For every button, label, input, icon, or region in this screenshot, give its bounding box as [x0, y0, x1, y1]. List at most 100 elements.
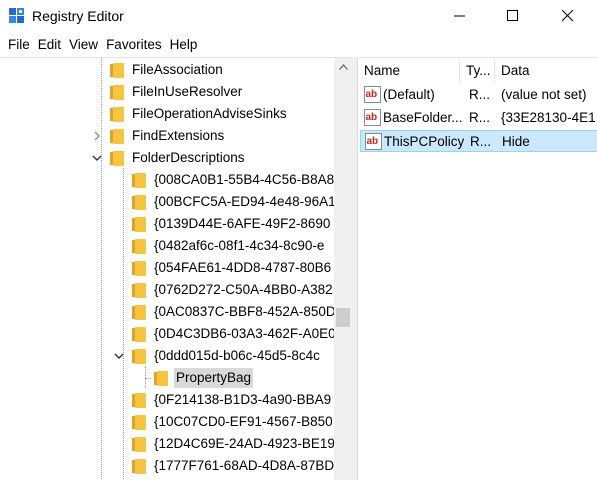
folder-icon [110, 128, 124, 144]
folder-icon [132, 172, 146, 188]
tree-item[interactable]: FileInUseResolver [110, 81, 244, 103]
folder-icon [154, 370, 168, 386]
chevron-down-icon[interactable] [91, 152, 103, 164]
tree-item-label: {00BCFC5A-ED94-4e48-96A1 [154, 194, 336, 209]
tree-item-label: {008CA0B1-55B4-4C56-B8A8 [154, 172, 335, 187]
value-name: BaseFolder... [383, 110, 463, 125]
folder-icon [110, 106, 124, 122]
tree-item[interactable]: FolderDescriptions [92, 147, 247, 169]
column-name[interactable]: Name [358, 58, 460, 84]
string-value-icon: ab [365, 133, 382, 150]
menu-file[interactable]: File [4, 35, 34, 55]
value-name: ThisPCPolicy [384, 134, 464, 149]
folder-icon [110, 62, 124, 78]
menu-favorites[interactable]: Favorites [102, 35, 166, 55]
svg-text:ab: ab [366, 89, 378, 100]
string-value-icon: ab [364, 109, 381, 126]
chevron-down-icon[interactable] [113, 350, 125, 362]
minimize-icon [454, 15, 465, 17]
value-row[interactable]: ab (Default) R... (value not set) [360, 84, 597, 106]
folder-icon [132, 414, 146, 430]
tree-item[interactable]: {0D4C3DB6-03A3-462F-A0E0 [132, 323, 338, 345]
tree-item[interactable]: FindExtensions [94, 125, 226, 147]
tree-item-label: {0AC0837C-BBF8-452A-850D [154, 304, 336, 319]
tree-item[interactable]: FileAssociation [110, 59, 225, 81]
tree-item-label: {0D4C3DB6-03A3-462F-A0E0 [154, 326, 336, 341]
tree-item-label: FileInUseResolver [132, 84, 243, 99]
key-tree[interactable]: FileAssociation FileInUseResolver FileOper… [0, 57, 352, 480]
column-data[interactable]: Data [495, 58, 597, 84]
tree-item-label: {12D4C69E-24AD-4923-BE19 [154, 436, 335, 451]
close-icon [562, 10, 574, 22]
folder-icon [132, 304, 146, 320]
tree-item-label: FileOperationAdviseSinks [132, 106, 287, 121]
title-bar: Registry Editor [0, 0, 597, 33]
tree-item[interactable]: {0ddd015d-b06c-45d5-8c4c [114, 345, 322, 367]
value-list[interactable]: Name Ty... Data ab (Default) R... (value no… [357, 57, 597, 480]
close-button[interactable] [545, 0, 591, 32]
tree-guide-line [145, 378, 151, 379]
tree-guide-line [123, 168, 124, 480]
tree-item[interactable]: FileOperationAdviseSinks [110, 103, 289, 125]
folder-icon [132, 216, 146, 232]
tree-scrollbar[interactable] [334, 58, 352, 480]
tree-item[interactable]: {1777F761-68AD-4D8A-87BD [132, 455, 336, 477]
menu-edit[interactable]: Edit [34, 35, 65, 55]
tree-item-label: FolderDescriptions [132, 150, 245, 165]
tree-item[interactable]: {0139D44E-6AFE-49F2-8690 [132, 213, 332, 235]
chevron-right-icon[interactable] [91, 130, 103, 142]
tree-item-label: {10C07CD0-EF91-4567-B850 [154, 414, 333, 429]
menu-help[interactable]: Help [166, 35, 202, 55]
svg-text:ab: ab [367, 136, 379, 147]
value-row[interactable]: ab ThisPCPolicy R... Hide [360, 130, 597, 152]
folder-icon [132, 348, 146, 364]
tree-item-label: {0482af6c-08f1-4c34-8c90-e [154, 238, 325, 253]
tree-item[interactable]: {12D4C69E-24AD-4923-BE19 [132, 433, 337, 455]
folder-icon [132, 392, 146, 408]
tree-item[interactable]: {10C07CD0-EF91-4567-B850 [132, 411, 335, 433]
list-header: Name Ty... Data [358, 58, 597, 84]
tree-item-label: PropertyBag [174, 368, 254, 388]
value-data: {33E28130-4E1 [501, 110, 596, 125]
minimize-button[interactable] [437, 0, 483, 32]
value-name: (Default) [383, 87, 435, 102]
folder-icon [132, 436, 146, 452]
scroll-thumb[interactable] [336, 308, 350, 327]
string-value-icon: ab [364, 86, 381, 103]
value-type: R... [470, 134, 492, 149]
tree-item[interactable]: {0482af6c-08f1-4c34-8c90-e [132, 235, 326, 257]
value-type: R... [469, 110, 491, 125]
menu-view[interactable]: View [65, 35, 102, 55]
folder-icon [132, 458, 146, 474]
value-type: R... [469, 87, 491, 102]
value-data: Hide [502, 134, 530, 149]
tree-item[interactable]: {0762D272-C50A-4BB0-A382 [132, 279, 335, 301]
value-row[interactable]: ab BaseFolder... R... {33E28130-4E1 [360, 107, 597, 129]
tree-item[interactable]: {008CA0B1-55B4-4C56-B8A8 [132, 169, 336, 191]
folder-icon [132, 326, 146, 342]
window-title: Registry Editor [32, 8, 124, 24]
tree-item[interactable]: {054FAE61-4DD8-4787-80B6 [132, 257, 333, 279]
scroll-up-button[interactable] [334, 58, 352, 76]
tree-item-label: {0762D272-C50A-4BB0-A382 [154, 282, 333, 297]
tree-item-label: {0ddd015d-b06c-45d5-8c4c [154, 348, 320, 363]
chevron-up-icon [338, 64, 348, 70]
tree-item[interactable]: {0F214138-B1D3-4a90-BBA9 [132, 389, 333, 411]
tree-guide-line [145, 366, 146, 388]
value-data: (value not set) [501, 87, 587, 102]
tree-item[interactable]: PropertyBag [154, 367, 254, 389]
tree-item[interactable]: {00BCFC5A-ED94-4e48-96A1 [132, 191, 338, 213]
registry-icon [9, 8, 24, 23]
tree-item-label: {0139D44E-6AFE-49F2-8690 [154, 216, 331, 231]
tree-item-label: FileAssociation [132, 62, 223, 77]
maximize-icon [507, 10, 518, 21]
menu-bar: File Edit View Favorites Help [0, 34, 597, 56]
tree-item-label: {054FAE61-4DD8-4787-80B6 [154, 260, 332, 275]
folder-icon [110, 84, 124, 100]
tree-item[interactable]: {0AC0837C-BBF8-452A-850D [132, 301, 338, 323]
folder-icon [132, 238, 146, 254]
maximize-button[interactable] [490, 0, 536, 32]
folder-icon [132, 282, 146, 298]
column-type[interactable]: Ty... [460, 58, 495, 84]
tree-item-label: {1777F761-68AD-4D8A-87BD [154, 458, 335, 473]
